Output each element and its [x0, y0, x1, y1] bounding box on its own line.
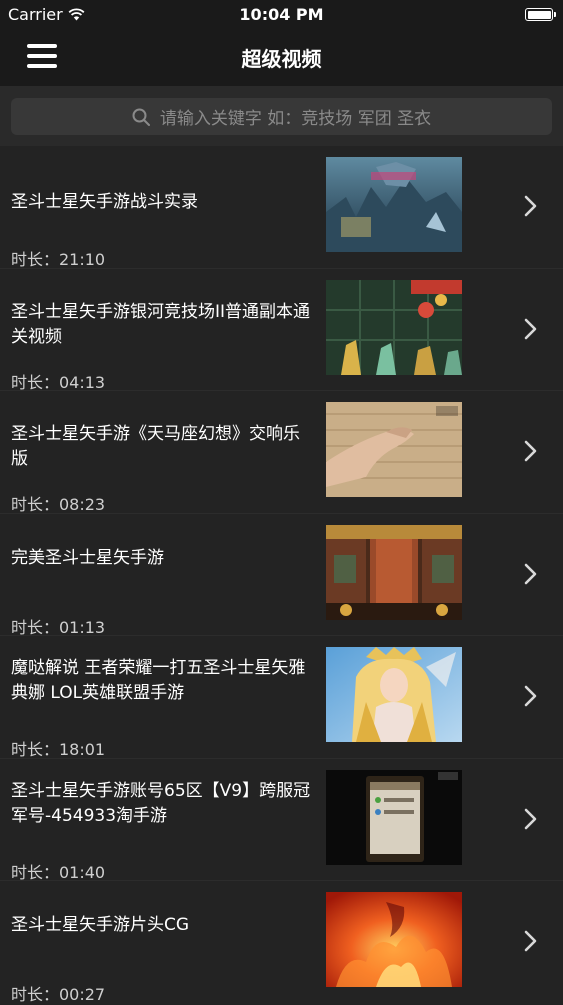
chevron-right-icon	[524, 563, 537, 584]
page-title: 超级视频	[241, 47, 322, 71]
video-thumbnail	[326, 769, 462, 865]
video-thumbnail	[326, 402, 462, 497]
battery-icon	[525, 8, 556, 21]
list-item[interactable]: 完美圣斗士星矢手游 时长：01:13	[0, 513, 563, 637]
list-item[interactable]: 魔哒解说 王者荣耀一打五圣斗士星矢雅典娜 LOL英雄联盟手游 时长：18:01	[0, 636, 563, 759]
chevron-right-icon	[524, 685, 537, 707]
video-thumbnail	[326, 524, 462, 620]
list-item[interactable]: 圣斗士星矢手游银河竞技场II普通副本通关视频 时长：04:13	[0, 268, 563, 392]
chevron-right-icon	[524, 930, 537, 952]
video-thumbnail	[326, 647, 462, 742]
video-title: 圣斗士星矢手游账号65区【V9】跨服冠军号-454933淘手游	[11, 780, 311, 826]
video-title: 圣斗士星矢手游战斗实录	[11, 192, 198, 212]
list-item[interactable]: 圣斗士星矢手游《天马座幻想》交响乐版 时长：08:23	[0, 391, 563, 514]
video-duration: 时长：08:23	[11, 495, 106, 514]
list-item[interactable]: 圣斗士星矢手游战斗实录 时长：21:10	[0, 146, 563, 269]
clock: 10:04 PM	[239, 5, 324, 24]
video-title: 完美圣斗士星矢手游	[11, 547, 164, 568]
video-title: 圣斗士星矢手游《天马座幻想》交响乐版	[11, 424, 300, 469]
video-duration: 时长：21:10	[11, 250, 106, 269]
video-duration: 时长：18:01	[11, 740, 106, 759]
video-duration: 时长：00:27	[11, 985, 106, 1004]
video-title: 魔哒解说 王者荣耀一打五圣斗士星矢雅典娜 LOL英雄联盟手游	[11, 658, 306, 703]
video-list: 圣斗士星矢手游战斗实录 时长：21:10 圣斗士星矢手游银河竞技场II普通副本通…	[0, 146, 563, 1004]
chevron-right-icon	[524, 808, 537, 829]
video-thumbnail	[326, 892, 462, 987]
search-placeholder: 请输入关键字 如：竞技场 军团 圣衣	[159, 109, 432, 129]
video-title: 圣斗士星矢手游片头CG	[11, 915, 190, 935]
video-duration: 时长：01:13	[11, 617, 106, 637]
search-bar: 请输入关键字 如：竞技场 军团 圣衣	[0, 86, 563, 146]
chevron-right-icon	[524, 195, 537, 217]
video-duration: 时长：04:13	[11, 372, 106, 392]
list-item[interactable]: 圣斗士星矢手游片头CG 时长：00:27	[0, 881, 563, 1004]
search-input[interactable]: 请输入关键字 如：竞技场 军团 圣衣	[11, 98, 552, 135]
search-icon	[132, 108, 150, 126]
video-title: 圣斗士星矢手游银河竞技场II普通副本通关视频	[11, 301, 311, 347]
chevron-right-icon	[524, 318, 537, 339]
video-thumbnail	[326, 279, 462, 375]
video-thumbnail	[326, 157, 462, 252]
navigation-bar: 超级视频	[0, 30, 563, 86]
list-item[interactable]: 圣斗士星矢手游账号65区【V9】跨服冠军号-454933淘手游 时长：01:40	[0, 758, 563, 882]
video-duration: 时长：01:40	[11, 862, 106, 882]
status-bar: Carrier 10:04 PM	[0, 0, 563, 30]
chevron-right-icon	[524, 440, 537, 462]
